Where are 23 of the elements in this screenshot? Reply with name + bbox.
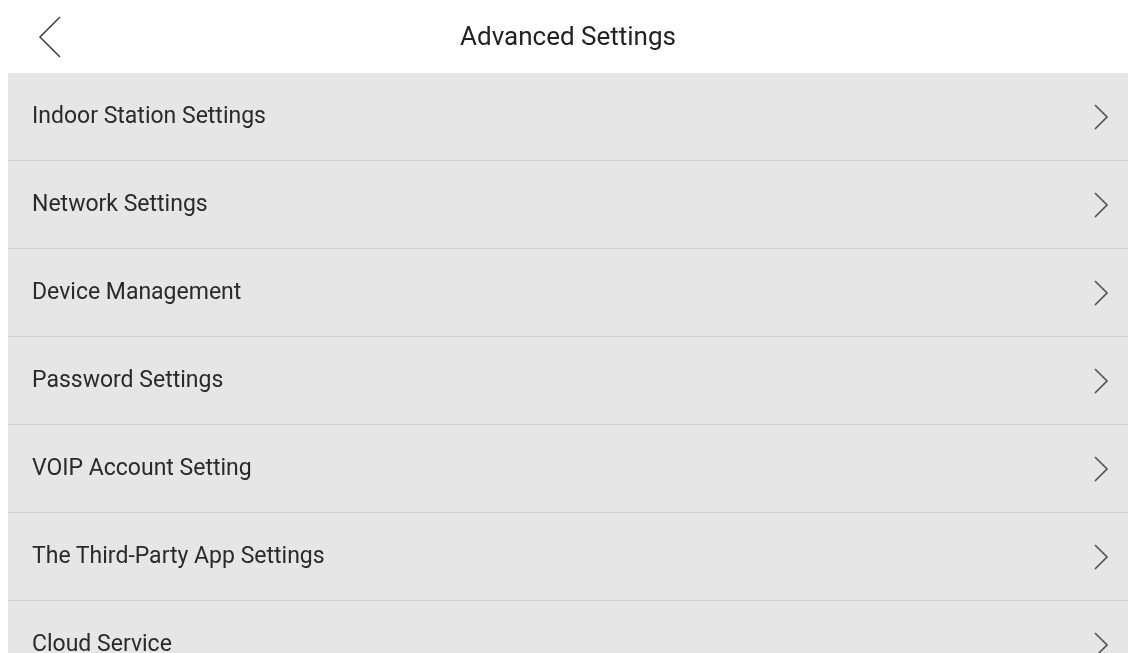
settings-row[interactable]: Device Management <box>8 249 1128 337</box>
chevron-right-icon <box>1094 543 1108 570</box>
settings-row[interactable]: Indoor Station Settings <box>8 73 1128 161</box>
chevron-right-icon <box>1094 367 1108 394</box>
settings-row[interactable]: Password Settings <box>8 337 1128 425</box>
settings-row[interactable]: Network Settings <box>8 161 1128 249</box>
chevron-right-icon <box>1094 455 1108 482</box>
chevron-right-icon <box>1094 103 1108 130</box>
back-chevron-icon <box>38 14 62 59</box>
row-label: Device Management <box>32 277 242 308</box>
row-label: Network Settings <box>32 189 208 220</box>
chevron-right-icon <box>1094 191 1108 218</box>
settings-row[interactable]: The Third-Party App Settings <box>8 513 1128 601</box>
row-label: Indoor Station Settings <box>32 101 266 132</box>
settings-row[interactable]: Cloud Service <box>8 601 1128 653</box>
chevron-right-icon <box>1094 631 1108 653</box>
page-title: Advanced Settings <box>460 20 676 53</box>
settings-row[interactable]: VOIP Account Setting <box>8 425 1128 513</box>
chevron-right-icon <box>1094 279 1108 306</box>
row-label: The Third-Party App Settings <box>32 541 325 572</box>
row-label: Cloud Service <box>32 629 172 653</box>
row-label: Password Settings <box>32 365 224 396</box>
row-label: VOIP Account Setting <box>32 453 252 484</box>
